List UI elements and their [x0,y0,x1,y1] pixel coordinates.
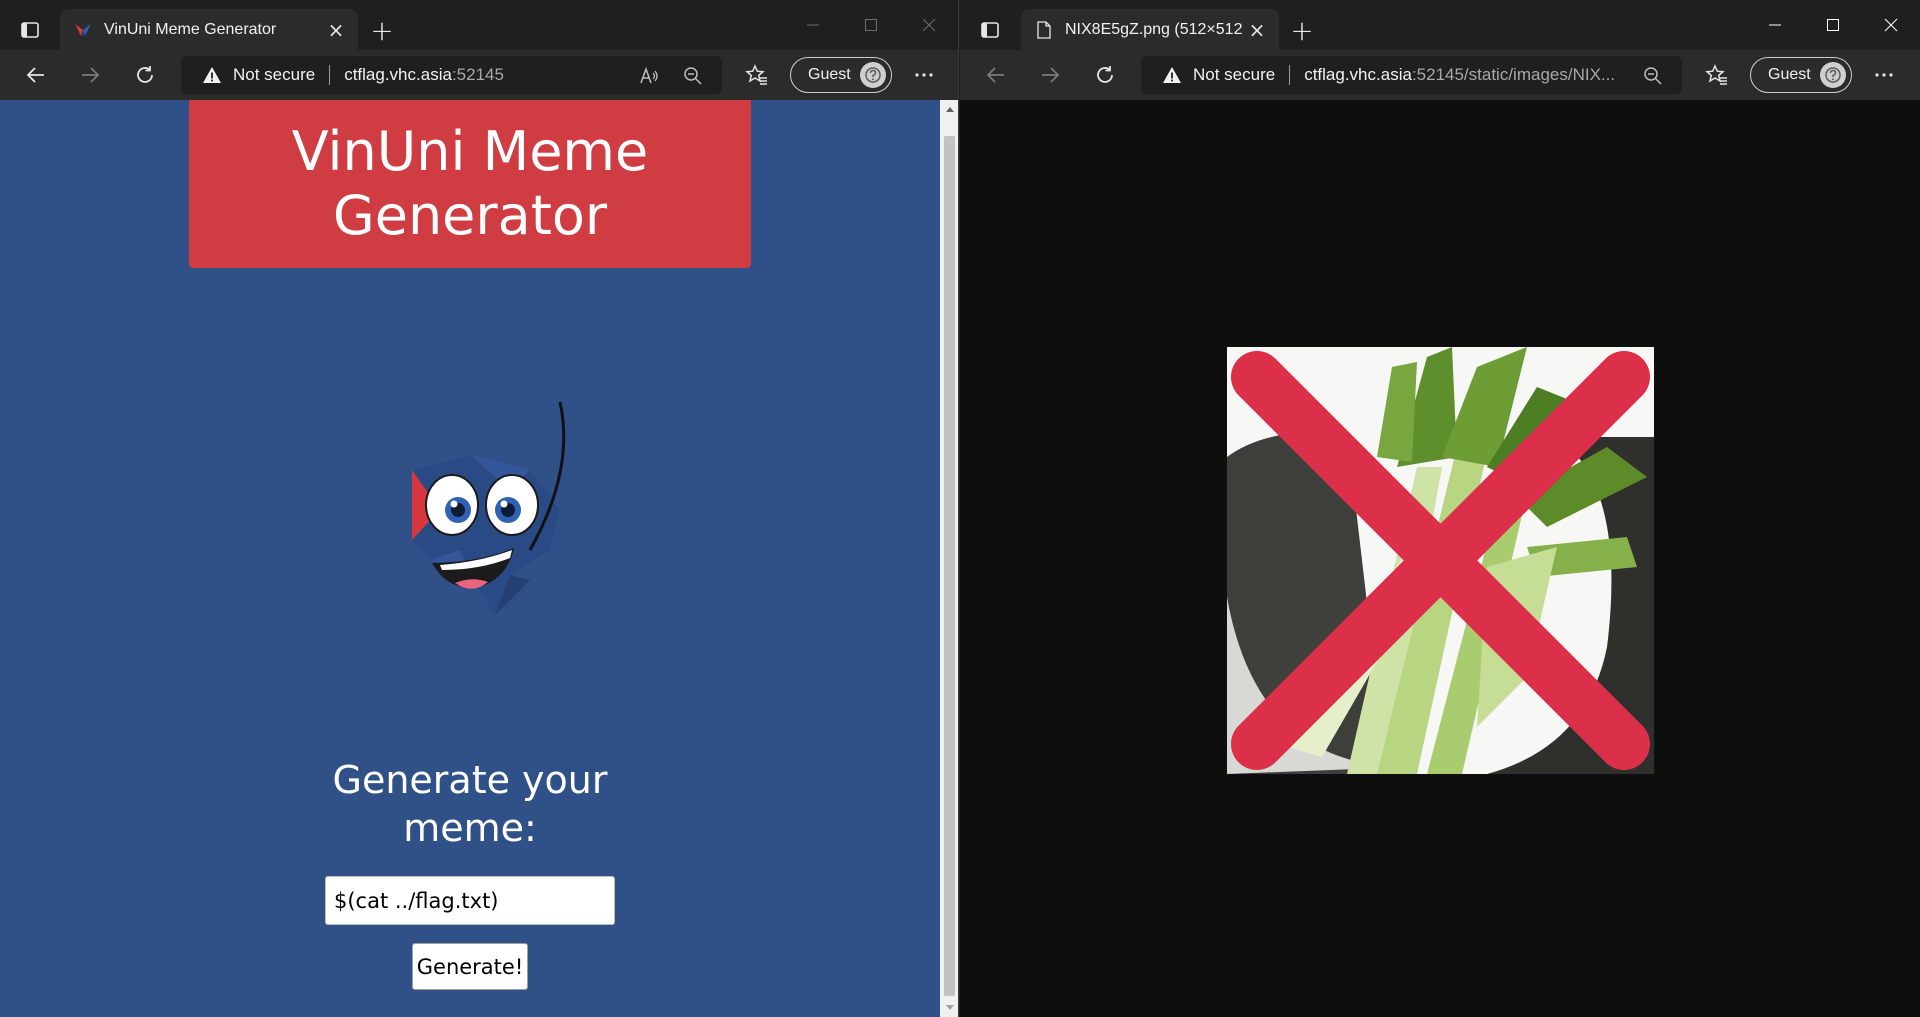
guest-profile-button[interactable]: Guest [1750,57,1852,93]
tab-strip: NIX8E5gZ.png (512×512) × + [960,0,1920,50]
guest-profile-button[interactable]: Guest [790,57,892,93]
new-tab-button[interactable]: + [366,14,398,47]
back-button[interactable] [18,57,54,93]
browser-toolbar: Not secure ctflag.vhc.asia:52145/static/… [960,50,1920,100]
right-browser-window: NIX8E5gZ.png (512×512) × + Not secure ct… [960,0,1920,1017]
address-separator [329,65,331,85]
maximize-button[interactable] [1804,0,1862,50]
minimize-button[interactable] [1746,0,1804,50]
maximize-icon [865,19,877,31]
favorites-button[interactable] [738,57,774,93]
window-caption-buttons [784,0,958,50]
reload-icon [137,66,153,83]
vinuni-mascot-image [412,401,566,615]
not-secure-label: Not secure [1193,65,1276,84]
address-path: :52145/static/images/NIX... [1411,65,1616,84]
tab-close-icon[interactable]: × [1243,16,1271,44]
tab-title: VinUni Meme Generator [104,20,277,38]
page-header: VinUni Meme Generator [189,100,751,268]
image-viewer-page [960,100,1920,1017]
browser-toolbar: Not secure ctflag.vhc.asia:52145 Guest [0,50,958,100]
generate-button[interactable]: Generate! [412,943,528,990]
tab-actions-button[interactable] [972,12,1008,48]
maximize-button[interactable] [842,0,900,50]
minimize-icon [807,24,819,26]
guest-avatar-icon [1820,62,1846,88]
address-separator [1289,65,1291,85]
settings-more-button[interactable] [1866,57,1902,93]
new-tab-button[interactable]: + [1286,14,1318,47]
minimize-icon [1769,24,1781,26]
reload-button[interactable] [1087,57,1123,93]
crossed-out-leek-image [1227,347,1654,774]
guest-label: Guest [808,66,851,83]
meme-image[interactable] [1227,347,1654,774]
window-caption-buttons [1746,0,1920,50]
tab-image-file[interactable]: NIX8E5gZ.png (512×512) × [1021,9,1279,50]
left-browser-window: VinUni Meme Generator × + Not secure ctf… [0,0,959,1017]
zoom-icon[interactable] [681,64,705,88]
warning-icon[interactable] [1161,64,1183,86]
meme-generator-page: VinUni Meme Generator Generate your meme… [0,100,940,1017]
page-title: VinUni Meme Generator [291,120,649,247]
more-dots-icon [1875,73,1893,77]
close-window-button[interactable] [1862,0,1920,50]
tab-close-icon[interactable]: × [322,16,350,44]
back-arrow-icon [986,67,1004,83]
address-port: :52145 [451,65,504,84]
tab-actions-icon [981,22,999,38]
address-url: ctflag.vhc.asia:52145/static/images/NIX.… [1304,65,1615,85]
minimize-button[interactable] [784,0,842,50]
tab-strip: VinUni Meme Generator × + [0,0,958,50]
forward-button[interactable] [72,57,108,93]
not-secure-label: Not secure [233,65,316,84]
address-bar[interactable]: Not secure ctflag.vhc.asia:52145 [181,56,722,94]
address-url: ctflag.vhc.asia:52145 [344,65,504,85]
close-icon [1884,18,1898,32]
tab-vinuni-meme-generator[interactable]: VinUni Meme Generator × [60,9,358,50]
favorites-star-icon [1705,64,1727,85]
close-icon [922,18,936,32]
close-window-button[interactable] [900,0,958,50]
address-bar[interactable]: Not secure ctflag.vhc.asia:52145/static/… [1141,56,1682,94]
settings-more-button[interactable] [906,57,942,93]
forward-arrow-icon [1042,67,1060,83]
meme-text-input[interactable] [325,876,615,925]
scrollbar-thumb[interactable] [944,136,955,996]
guest-label: Guest [1768,66,1811,83]
back-button[interactable] [978,57,1014,93]
more-dots-icon [915,73,933,77]
page-scrollbar[interactable] [940,100,958,1017]
tab-actions-button[interactable] [12,12,48,48]
forward-arrow-icon [82,67,100,83]
favorites-button[interactable] [1698,57,1734,93]
generate-heading: Generate your meme: [332,758,608,850]
zoom-icon[interactable] [1641,64,1665,88]
reload-icon [1097,66,1113,83]
read-aloud-icon[interactable] [637,64,661,88]
tab-title: NIX8E5gZ.png (512×512) [1065,20,1243,38]
address-host: ctflag.vhc.asia [344,65,452,84]
address-host: ctflag.vhc.asia [1304,65,1412,84]
guest-avatar-icon [860,62,886,88]
file-icon [1035,20,1053,39]
scroll-up-icon[interactable] [940,100,958,118]
forward-button[interactable] [1032,57,1068,93]
scroll-down-icon[interactable] [940,999,958,1017]
back-arrow-icon [26,67,44,83]
tab-actions-icon [21,22,39,38]
warning-icon[interactable] [201,64,223,86]
reload-button[interactable] [127,57,163,93]
favorites-star-icon [745,64,767,85]
maximize-icon [1827,19,1839,31]
vinuni-favicon-icon [74,21,92,39]
